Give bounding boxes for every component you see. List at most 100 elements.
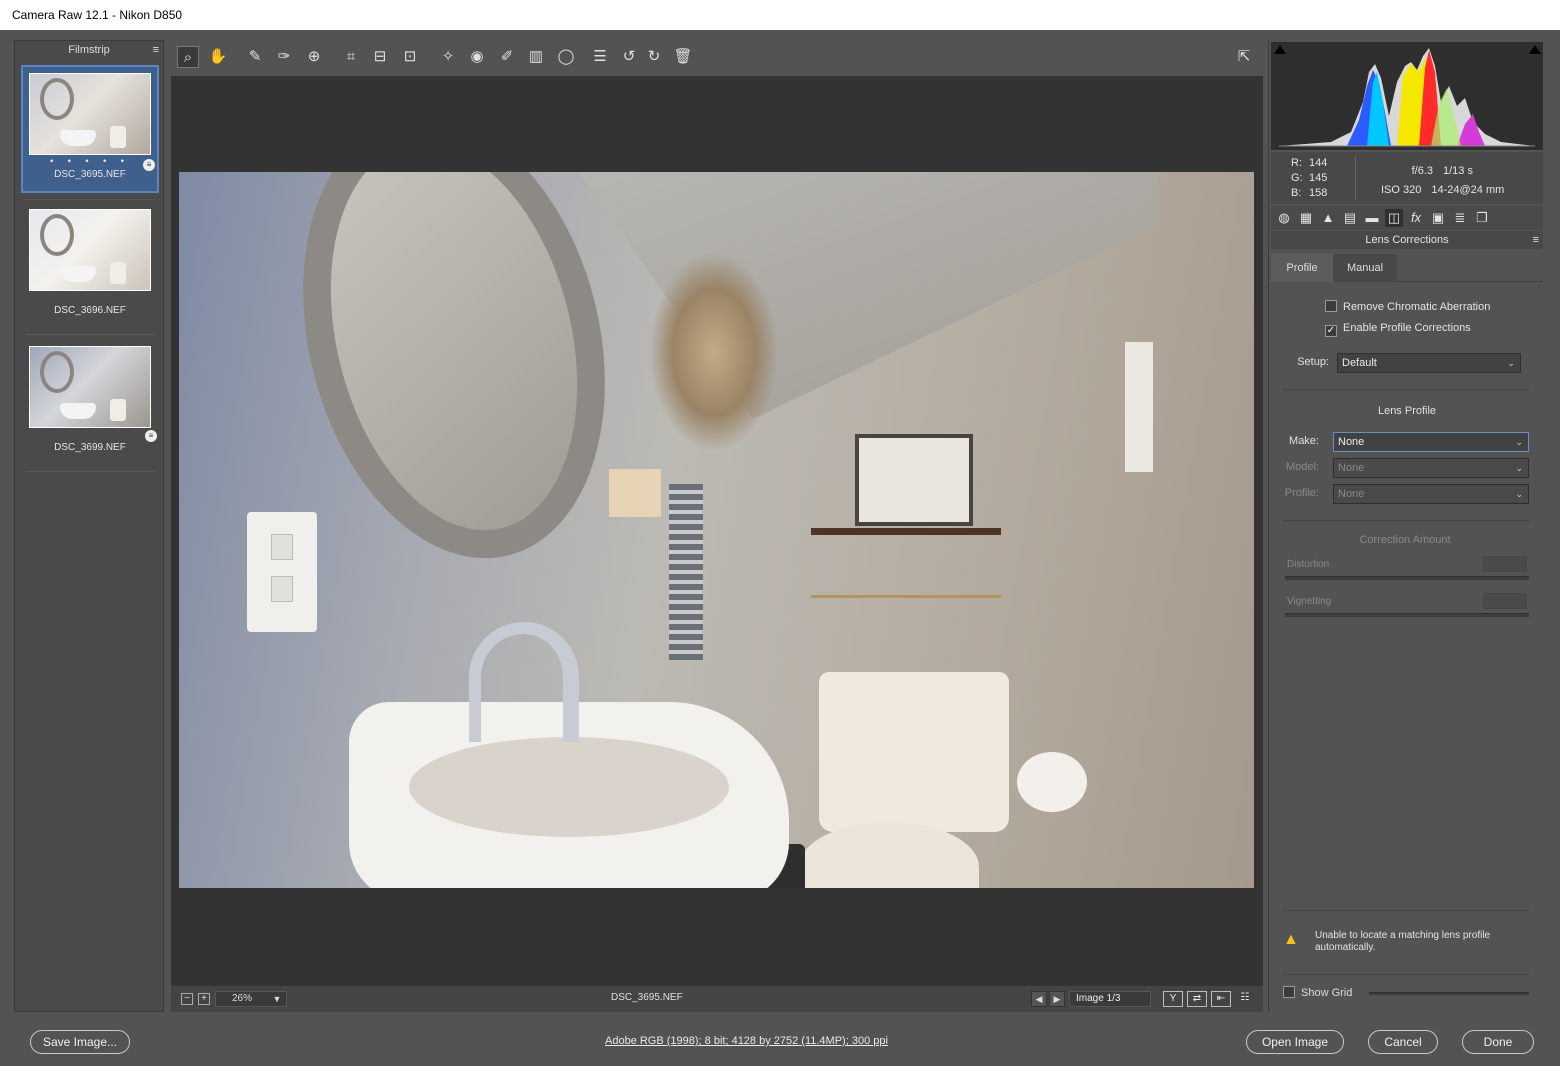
thumbnail-image xyxy=(29,346,151,428)
thumbnail-image xyxy=(29,73,151,155)
rgb-values: R: 144 G: 145 B: 158 xyxy=(1291,157,1328,199)
zoom-tool-icon[interactable]: ⌕ xyxy=(177,46,199,68)
crop-tool-icon[interactable]: ⌗ xyxy=(340,46,362,68)
distortion-value-field[interactable] xyxy=(1483,556,1527,572)
preferences-icon[interactable]: ☰ xyxy=(589,46,611,68)
model-select[interactable]: None ⌄ xyxy=(1333,458,1529,478)
image-canvas[interactable] xyxy=(171,76,1263,986)
color-sampler-tool-icon[interactable]: ✑ xyxy=(273,46,295,68)
zoom-out-button[interactable]: − xyxy=(181,993,193,1005)
tone-curve-icon[interactable]: ▦ xyxy=(1297,209,1315,227)
done-button[interactable]: Done xyxy=(1462,1030,1534,1054)
workflow-options-link[interactable]: Adobe RGB (1998); 8 bit; 4128 by 2752 (1… xyxy=(605,1035,888,1047)
thumbnail-image xyxy=(29,209,151,291)
pixel-readout: R: 144 G: 145 B: 158 f/6.3 1/13 s ISO 320 14-… xyxy=(1271,152,1543,204)
profile-select[interactable]: None ⌄ xyxy=(1333,484,1529,504)
tab-profile[interactable]: Profile xyxy=(1271,254,1333,282)
red-eye-tool-icon[interactable]: ◉ xyxy=(466,46,488,68)
next-image-button[interactable]: ▶ xyxy=(1049,991,1065,1007)
adjustment-brush-icon[interactable]: ✐ xyxy=(496,46,518,68)
lens-info: 14-24@24 mm xyxy=(1431,184,1505,196)
checkbox-unchecked[interactable] xyxy=(1283,986,1295,998)
basic-panel-icon[interactable]: ◍ xyxy=(1275,209,1293,227)
chevron-down-icon: ⌄ xyxy=(1515,463,1523,473)
open-image-button[interactable]: Open Image xyxy=(1246,1030,1344,1054)
checkbox-unchecked[interactable] xyxy=(1325,300,1337,312)
remove-chromatic-aberration-checkbox[interactable]: Remove Chromatic Aberration xyxy=(1325,300,1490,314)
previous-image-button[interactable]: ◀ xyxy=(1031,991,1047,1007)
tab-manual[interactable]: Manual xyxy=(1333,254,1397,282)
chevron-down-icon: ⌄ xyxy=(1515,489,1523,499)
vignetting-slider[interactable] xyxy=(1285,613,1529,617)
chevron-down-icon[interactable]: ▼ xyxy=(269,991,285,1007)
transform-tool-icon[interactable]: ⊡ xyxy=(399,46,421,68)
warning-icon: ▲ xyxy=(1283,931,1299,948)
spot-removal-tool-icon[interactable]: ✧ xyxy=(437,46,459,68)
straighten-tool-icon[interactable]: ⊟ xyxy=(369,46,391,68)
effects-icon[interactable]: fx xyxy=(1407,209,1425,227)
zoom-in-button[interactable]: + xyxy=(198,993,210,1005)
cancel-button[interactable]: Cancel xyxy=(1368,1030,1438,1054)
status-bar: − + 26% ▼ DSC_3695.NEF ◀ ▶ Image 1/3 Y ⇄… xyxy=(171,986,1263,1012)
window-title: Camera Raw 12.1 - Nikon D850 xyxy=(0,0,1560,30)
vignetting-value-field[interactable] xyxy=(1483,593,1527,609)
histogram xyxy=(1271,42,1543,150)
enable-profile-corrections-checkbox[interactable]: ✓ Enable Profile Corrections xyxy=(1325,321,1471,337)
filmstrip-thumb-3[interactable]: ≡ DSC_3699.NEF xyxy=(21,340,159,464)
panel-menu-icon[interactable]: ≡ xyxy=(1533,231,1539,249)
thumbnail-filename: DSC_3695.NEF xyxy=(54,169,126,180)
detail-icon[interactable]: ▲ xyxy=(1319,209,1337,227)
snapshots-icon[interactable]: ❐ xyxy=(1473,209,1491,227)
graduated-filter-icon[interactable]: ▥ xyxy=(525,46,547,68)
lens-corrections-tabs: Profile Manual xyxy=(1271,254,1543,282)
swap-settings-icon[interactable]: ⇄ xyxy=(1187,991,1207,1007)
filmstrip-thumb-1[interactable]: • • • • • ≡ DSC_3695.NEF xyxy=(21,65,159,193)
filmstrip-menu-icon[interactable]: ≡ xyxy=(153,41,159,59)
hand-tool-icon[interactable]: ✋ xyxy=(207,46,229,68)
grid-size-slider[interactable] xyxy=(1369,992,1529,995)
rotate-cw-icon[interactable]: ↻ xyxy=(643,46,665,68)
trash-icon[interactable]: 🗑 xyxy=(672,46,694,68)
save-image-button[interactable]: Save Image... xyxy=(30,1030,130,1054)
before-after-toggle-icon[interactable]: Y xyxy=(1163,991,1183,1007)
star-rating[interactable]: • • • • • xyxy=(23,155,157,167)
shutter-speed: 1/13 s xyxy=(1443,165,1473,177)
white-balance-tool-icon[interactable]: ✎ xyxy=(244,46,266,68)
adjustments-panel: R: 144 G: 145 B: 158 f/6.3 1/13 s ISO 320 14-… xyxy=(1268,40,1546,1012)
exif-info: f/6.3 1/13 s ISO 320 14-24@24 mm xyxy=(1381,162,1504,200)
thumbnail-filename: DSC_3699.NEF xyxy=(54,442,126,453)
show-grid-checkbox[interactable]: Show Grid xyxy=(1283,986,1352,1000)
lens-corrections-icon[interactable]: ◫ xyxy=(1385,209,1403,227)
photo-preview[interactable] xyxy=(179,172,1254,888)
model-label: Model: xyxy=(1285,461,1319,473)
distortion-slider[interactable] xyxy=(1285,576,1529,580)
mirror xyxy=(258,172,650,591)
lens-profile-warning: ▲ Unable to locate a matching lens profi… xyxy=(1283,930,1491,953)
toolbar: ⌕ ✋ ✎ ✑ ⊕ ⌗ ⊟ ⊡ ✧ ◉ ✐ ▥ ◯ ☰ ↺ ↻ 🗑 ⇱ xyxy=(171,40,1263,74)
toggle-settings-icon[interactable]: ☷ xyxy=(1235,991,1255,1007)
panel-tab-bar: ◍ ▦ ▲ ▤ ▬ ◫ fx ▣ ≣ ❐ xyxy=(1271,206,1543,230)
chevron-down-icon: ⌄ xyxy=(1515,437,1523,447)
hsl-icon[interactable]: ▤ xyxy=(1341,209,1359,227)
copy-settings-icon[interactable]: ⇤ xyxy=(1211,991,1231,1007)
fullscreen-toggle-icon[interactable]: ⇱ xyxy=(1233,46,1255,68)
histogram-graph xyxy=(1279,48,1535,147)
filmstrip-thumb-2[interactable]: DSC_3696.NEF xyxy=(21,203,159,327)
rotate-ccw-icon[interactable]: ↺ xyxy=(618,46,640,68)
checkbox-checked[interactable]: ✓ xyxy=(1325,325,1337,337)
lens-profile-heading: Lens Profile xyxy=(1377,405,1437,417)
make-select[interactable]: None ⌄ xyxy=(1333,432,1529,452)
green-value: 145 xyxy=(1309,172,1328,184)
split-toning-icon[interactable]: ▬ xyxy=(1363,209,1381,227)
chevron-down-icon: ⌄ xyxy=(1507,358,1515,368)
presets-icon[interactable]: ≣ xyxy=(1451,209,1469,227)
thumbnail-filename: DSC_3696.NEF xyxy=(54,305,126,316)
setup-select[interactable]: Default ⌄ xyxy=(1337,353,1521,373)
distortion-label: Distortion xyxy=(1287,559,1330,570)
panel-title: Lens Corrections ≡ xyxy=(1271,231,1543,249)
radial-filter-icon[interactable]: ◯ xyxy=(555,46,577,68)
footer-bar: Save Image... Adobe RGB (1998); 8 bit; 4… xyxy=(0,1014,1560,1066)
calibration-icon[interactable]: ▣ xyxy=(1429,209,1447,227)
targeted-adjustment-tool-icon[interactable]: ⊕ xyxy=(303,46,325,68)
divider xyxy=(25,471,155,472)
